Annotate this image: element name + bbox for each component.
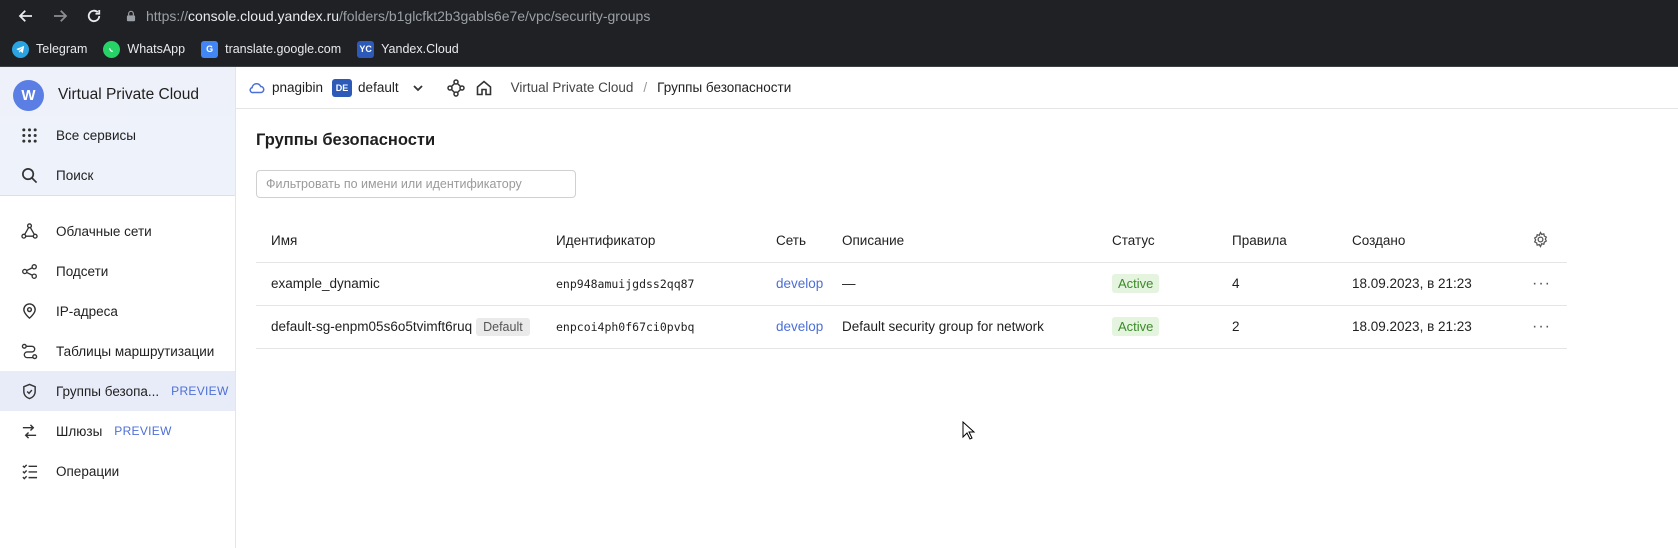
breadcrumb-separator: /: [643, 80, 648, 95]
sidebar-item-gateways[interactable]: Шлюзы PREVIEW: [0, 411, 235, 451]
url-prefix: https://: [146, 8, 189, 24]
gateway-icon: [20, 422, 38, 440]
whatsapp-icon: [103, 40, 121, 58]
folder-badge: DE: [332, 78, 353, 97]
cell-network: develop: [761, 305, 827, 349]
table-row[interactable]: default-sg-enpm05s6o5tvimft6ruq Default e…: [256, 305, 1567, 349]
forward-arrow-icon[interactable]: [46, 2, 74, 30]
column-header-rules[interactable]: Правила: [1217, 220, 1337, 263]
status-badge: Active: [1112, 274, 1160, 293]
lock-icon: [126, 10, 136, 22]
column-header-description[interactable]: Описание: [827, 220, 1097, 263]
cell-network: develop: [761, 262, 827, 306]
location-pin-icon: [20, 302, 38, 320]
table-header-row: Имя Идентификатор Сеть Описание Статус П…: [256, 220, 1567, 263]
sidebar-item-search[interactable]: Поиск: [0, 155, 235, 195]
sidebar-item-cloud-networks[interactable]: Облачные сети: [0, 211, 235, 251]
back-arrow-icon[interactable]: [12, 2, 40, 30]
sidebar: W Virtual Private Cloud Все сервисы Поис…: [0, 67, 236, 548]
status-badge: Active: [1112, 317, 1160, 336]
page-title: Группы безопасности: [256, 131, 436, 149]
page-body: Группы безопасности Имя Идентификатор Се…: [236, 131, 1678, 349]
bookmark-google-translate[interactable]: G translate.google.com: [201, 40, 341, 58]
sidebar-item-operations[interactable]: Операции: [0, 451, 235, 491]
bookmark-yandex-cloud[interactable]: YC Yandex.Cloud: [357, 40, 459, 58]
cell-name: example_dynamic: [256, 262, 541, 306]
mouse-cursor-icon: [962, 421, 976, 440]
cell-id: enpcoi4ph0f67ci0pvbq: [541, 305, 761, 349]
url-path: /folders/b1glcfkt2b3gabls6e7e/vpc/securi…: [339, 8, 651, 24]
cell-actions: ···: [1517, 305, 1567, 349]
services-graph-icon[interactable]: [446, 78, 465, 97]
service-title: Virtual Private Cloud: [58, 86, 200, 103]
cell-status: Active: [1097, 305, 1217, 349]
console-app: W Virtual Private Cloud Все сервисы Поис…: [0, 67, 1678, 548]
filter-input[interactable]: [256, 170, 576, 198]
header-bar: pnagibin DE default Virtual Private Clou…: [236, 67, 1678, 109]
breadcrumb-service[interactable]: Virtual Private Cloud: [511, 80, 634, 95]
preview-badge: PREVIEW: [171, 384, 229, 398]
sidebar-item-security-groups[interactable]: Группы безопа... PREVIEW: [0, 371, 235, 411]
folder-selector[interactable]: default: [358, 80, 399, 95]
route-icon: [20, 342, 38, 360]
service-header[interactable]: W Virtual Private Cloud: [0, 75, 235, 115]
sidebar-item-ip-addresses[interactable]: IP-адреса: [0, 291, 235, 331]
chevron-down-icon[interactable]: [411, 81, 425, 95]
column-settings[interactable]: [1517, 220, 1567, 263]
network-link[interactable]: develop: [776, 276, 823, 291]
main-content: pnagibin DE default Virtual Private Clou…: [236, 67, 1678, 548]
breadcrumb-current: Группы безопасности: [657, 80, 792, 95]
column-header-network[interactable]: Сеть: [761, 220, 827, 263]
shield-icon: [20, 382, 38, 400]
cell-id: enp948amuijgdss2qq87: [541, 262, 761, 306]
preview-badge: PREVIEW: [114, 424, 172, 438]
cell-created: 18.09.2023, в 21:23: [1337, 305, 1517, 349]
default-badge: Default: [476, 317, 530, 336]
sidebar-item-subnets[interactable]: Подсети: [0, 251, 235, 291]
cell-name: default-sg-enpm05s6o5tvimft6ruq Default: [256, 305, 541, 349]
google-translate-icon: G: [201, 40, 219, 58]
column-header-created[interactable]: Создано: [1337, 220, 1517, 263]
sidebar-header: W Virtual Private Cloud Все сервисы Поис…: [0, 67, 235, 196]
cloud-selector[interactable]: pnagibin: [272, 80, 323, 95]
cell-status: Active: [1097, 262, 1217, 306]
network-icon: [20, 222, 38, 240]
address-bar[interactable]: https://console.cloud.yandex.ru/folders/…: [124, 0, 650, 32]
column-header-name[interactable]: Имя: [256, 220, 541, 263]
bookmarks-bar: Telegram WhatsApp G translate.google.com…: [0, 32, 1678, 67]
grid-icon: [20, 126, 38, 144]
cloud-icon: [249, 82, 265, 93]
vpc-logo-icon: W: [13, 79, 44, 111]
column-header-status[interactable]: Статус: [1097, 220, 1217, 263]
bookmark-telegram[interactable]: Telegram: [12, 40, 87, 58]
more-actions-icon[interactable]: ···: [1532, 318, 1551, 335]
bookmark-whatsapp[interactable]: WhatsApp: [103, 40, 185, 58]
home-icon[interactable]: [475, 79, 493, 97]
sidebar-nav: Облачные сети Подсети IP-адреса Таблицы …: [0, 196, 235, 491]
search-icon: [20, 166, 38, 184]
cell-description: Default security group for network: [827, 305, 1097, 349]
more-actions-icon[interactable]: ···: [1532, 275, 1551, 292]
gear-icon[interactable]: [1532, 230, 1549, 248]
cell-description: —: [827, 262, 1097, 306]
telegram-icon: [12, 40, 29, 58]
column-header-id[interactable]: Идентификатор: [541, 220, 761, 263]
sidebar-item-all-services[interactable]: Все сервисы: [0, 115, 235, 155]
cell-rules: 4: [1217, 262, 1337, 306]
subnet-icon: [20, 262, 38, 280]
table-row[interactable]: example_dynamic enp948amuijgdss2qq87 dev…: [256, 262, 1567, 306]
cell-rules: 2: [1217, 305, 1337, 349]
cell-actions: ···: [1517, 262, 1567, 306]
yandex-cloud-icon: YC: [357, 40, 375, 58]
security-groups-table: Имя Идентификатор Сеть Описание Статус П…: [256, 220, 1567, 349]
browser-toolbar: https://console.cloud.yandex.ru/folders/…: [0, 0, 1678, 32]
cell-created: 18.09.2023, в 21:23: [1337, 262, 1517, 306]
sidebar-item-route-tables[interactable]: Таблицы маршрутизации: [0, 331, 235, 371]
url-host: console.cloud.yandex.ru: [188, 8, 340, 24]
reload-icon[interactable]: [80, 2, 108, 30]
network-link[interactable]: develop: [776, 319, 823, 334]
list-icon: [20, 462, 38, 480]
